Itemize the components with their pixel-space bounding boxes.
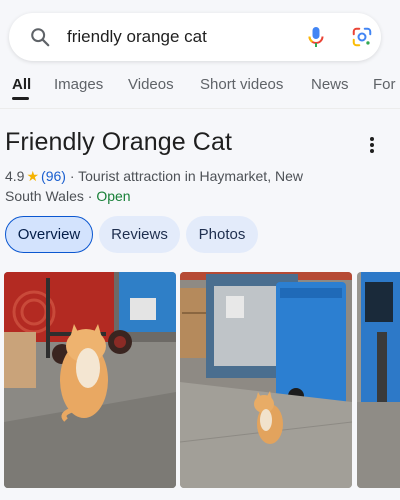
more-vert-icon[interactable]: [364, 134, 380, 156]
place-meta-line-2: South Wales · Open: [5, 187, 131, 205]
place-photo-2[interactable]: [180, 272, 352, 488]
tab-short-videos[interactable]: Short videos: [200, 76, 283, 94]
tab-all[interactable]: All: [12, 76, 31, 94]
search-icon[interactable]: [29, 26, 51, 48]
place-photo-1[interactable]: [4, 272, 176, 488]
search-bar[interactable]: friendly orange cat: [9, 13, 381, 61]
tab-news[interactable]: News: [311, 76, 349, 94]
review-count-link[interactable]: (96): [41, 168, 66, 184]
meta-separator: ·: [87, 188, 93, 204]
mic-icon[interactable]: [305, 25, 327, 49]
lens-icon[interactable]: [351, 26, 373, 48]
place-category: · Tourist attraction in Haymarket, New: [69, 168, 303, 184]
open-status: Open: [96, 188, 131, 204]
rating-value: 4.9: [5, 168, 25, 184]
place-photo-3[interactable]: [357, 272, 400, 488]
chip-reviews[interactable]: Reviews: [99, 216, 180, 253]
search-results-page: friendly orange cat All Images Videos Sh…: [0, 0, 400, 500]
tab-more[interactable]: For: [373, 76, 396, 94]
place-title: Friendly Orange Cat: [5, 128, 232, 156]
star-icon: ★: [26, 168, 40, 184]
search-tabs: All Images Videos Short videos News For: [0, 68, 400, 104]
tab-images[interactable]: Images: [54, 76, 103, 94]
tab-videos[interactable]: Videos: [128, 76, 174, 94]
chip-overview[interactable]: Overview: [5, 216, 93, 253]
chip-photos[interactable]: Photos: [186, 216, 258, 253]
active-tab-indicator: [12, 97, 29, 100]
place-location: South Wales: [5, 188, 84, 204]
place-meta-line: 4.9 ★ (96) · Tourist attraction in Haymark…: [5, 167, 303, 185]
tabs-divider: [0, 108, 400, 109]
search-input[interactable]: friendly orange cat: [67, 26, 207, 48]
